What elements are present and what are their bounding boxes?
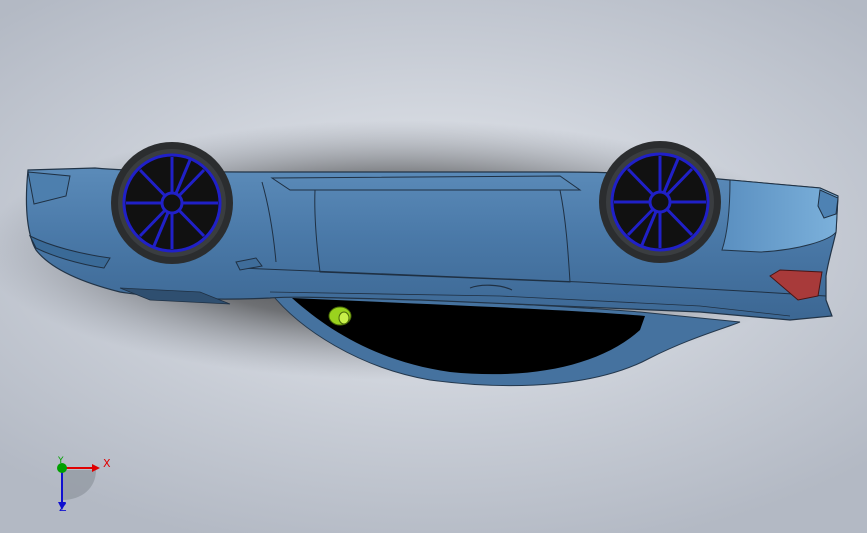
z-axis-label: Z: [59, 501, 67, 514]
front-wheel[interactable]: [111, 142, 233, 264]
car-model[interactable]: [0, 0, 867, 533]
triad-shadow: [62, 470, 96, 500]
x-axis-label: X: [103, 457, 111, 470]
3d-viewport[interactable]: X Y Z: [0, 0, 867, 533]
rotate-gizmo-icon[interactable]: [328, 306, 352, 326]
rear-wheel[interactable]: [599, 141, 721, 263]
x-axis-arrowhead: [92, 464, 100, 472]
y-axis-label: Y: [58, 456, 64, 466]
